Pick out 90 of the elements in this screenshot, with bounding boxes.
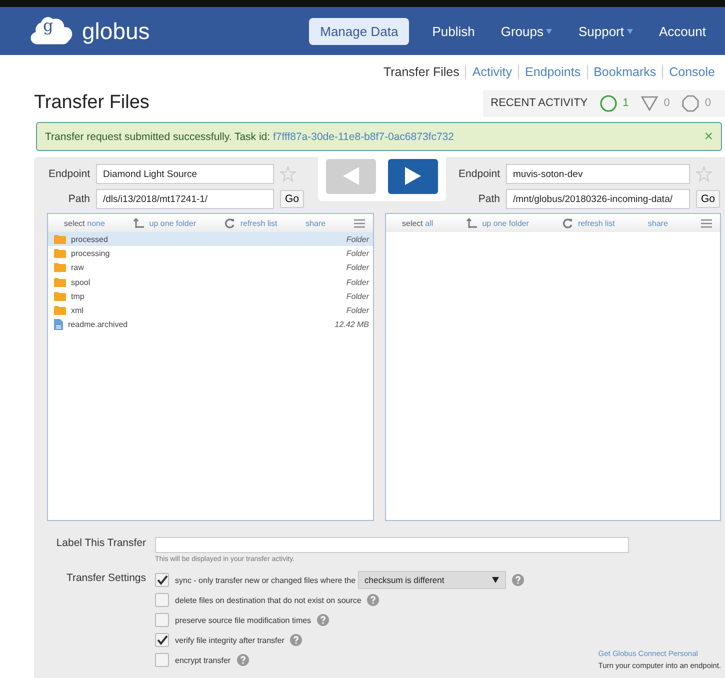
path-field[interactable]: /mnt/globus/20180326-incoming-data/ xyxy=(506,189,690,209)
file-info: Folder xyxy=(346,234,369,244)
subnav-link[interactable]: Activity xyxy=(472,65,512,79)
checkbox[interactable] xyxy=(155,633,169,647)
folder-icon xyxy=(54,234,66,244)
star-icon[interactable] xyxy=(696,166,712,182)
file-name: spool xyxy=(71,278,92,287)
left-arrow-icon xyxy=(343,167,359,185)
page-title: Transfer Files xyxy=(34,92,150,114)
nav-item[interactable]: Support xyxy=(567,18,644,44)
document-icon xyxy=(54,319,63,330)
option-text: delete files on destination that do not exist on source xyxy=(175,596,362,604)
octagon-icon xyxy=(682,94,699,112)
file-name: raw xyxy=(71,263,85,272)
file-row[interactable]: processed Folder xyxy=(48,232,373,246)
file-row[interactable]: xml Folder xyxy=(48,303,373,318)
menu-icon[interactable] xyxy=(700,218,712,228)
help-icon[interactable] xyxy=(290,634,302,646)
help-icon[interactable] xyxy=(317,614,330,626)
endpoint-label: Endpoint xyxy=(48,168,90,180)
checkbox[interactable] xyxy=(155,613,169,627)
help-icon[interactable] xyxy=(512,574,524,586)
caret-icon xyxy=(546,28,552,34)
up-folder-icon xyxy=(466,218,478,228)
subnav-link[interactable]: Console xyxy=(669,65,715,79)
recent-activity-label: RECENT ACTIVITY xyxy=(490,97,588,109)
right-arrow-icon xyxy=(405,167,421,185)
subnav-link[interactable]: Endpoints xyxy=(524,65,581,79)
caret-icon xyxy=(627,28,634,34)
file-info: 12.42 MB xyxy=(334,320,369,330)
up-folder-icon xyxy=(133,218,144,228)
path-label: Path xyxy=(477,193,500,205)
file-name: xml xyxy=(71,306,84,316)
go-button[interactable]: Go xyxy=(280,190,304,208)
nav-item[interactable]: Manage Data xyxy=(309,18,410,44)
file-info: Folder xyxy=(346,306,369,316)
file-info: Folder xyxy=(346,278,369,287)
file-row[interactable]: spool Folder xyxy=(48,274,373,290)
path-field[interactable]: /dls/i13/2018/mt17241-1/ xyxy=(96,189,274,209)
refresh-icon xyxy=(224,218,236,228)
path-label: Path xyxy=(67,193,90,205)
brand-name: globus xyxy=(82,18,150,44)
subnav-link[interactable]: Bookmarks xyxy=(594,65,656,79)
file-row[interactable]: tmp Folder xyxy=(48,289,373,304)
transfer-settings-label: Transfer Settings xyxy=(65,572,147,586)
file-row[interactable]: processing Folder xyxy=(48,246,373,261)
file-name: tmp xyxy=(71,292,86,301)
menu-icon[interactable] xyxy=(354,218,365,228)
star-icon[interactable] xyxy=(280,166,296,182)
folder-icon xyxy=(54,248,66,258)
refresh-icon xyxy=(562,218,573,228)
nav-item[interactable]: Publish xyxy=(421,18,486,44)
endpoint-field[interactable]: Diamond Light Source xyxy=(96,164,274,184)
file-info: Folder xyxy=(346,263,369,272)
checkbox[interactable] xyxy=(155,573,169,587)
file-name: readme.archived xyxy=(68,320,129,330)
file-info: Folder xyxy=(346,248,369,258)
file-name: processed xyxy=(71,234,109,244)
option-text: encrypt transfer xyxy=(175,656,231,664)
dropdown-caret-icon xyxy=(492,577,499,583)
option-text: verify file integrity after transfer xyxy=(175,636,284,644)
label-field[interactable] xyxy=(155,537,629,553)
file-row[interactable]: raw Folder xyxy=(48,260,373,275)
file-name: processing xyxy=(71,248,111,258)
file-info: Folder xyxy=(346,292,369,301)
circle-icon xyxy=(600,94,617,112)
go-button[interactable]: Go xyxy=(696,190,720,208)
nav-item[interactable]: Account xyxy=(648,18,717,44)
folder-icon xyxy=(54,306,66,316)
nav-item[interactable]: Groups xyxy=(490,18,564,44)
endpoint-field[interactable]: muvis-soton-dev xyxy=(506,164,690,184)
folder-icon xyxy=(54,292,66,301)
folder-icon xyxy=(54,278,66,287)
checkbox[interactable] xyxy=(155,593,169,607)
select-toggle[interactable]: select all xyxy=(402,218,434,228)
checkbox[interactable] xyxy=(155,653,169,667)
triangle-icon xyxy=(640,96,658,110)
checksum-dropdown[interactable]: checksum is different xyxy=(358,571,506,589)
file-row[interactable]: readme.archived 12.42 MB xyxy=(48,318,373,332)
subnav-link[interactable]: Transfer Files xyxy=(383,65,460,79)
help-icon[interactable] xyxy=(367,594,380,606)
folder-icon xyxy=(54,263,66,272)
option-text: preserve source file modification times xyxy=(175,616,312,624)
alert-message: Transfer request submitted successfully. Task id: f7fff87a-30de-11e8-b8f7-0ac6873fc732 xyxy=(45,130,454,142)
select-toggle[interactable]: select none xyxy=(64,218,105,228)
help-icon[interactable] xyxy=(236,654,249,666)
option-text: sync - only transfer new or changed files where the xyxy=(175,576,356,584)
endpoint-label: Endpoint xyxy=(458,168,500,180)
label-transfer-label: Label This Transfer xyxy=(55,537,147,551)
transfer-button[interactable] xyxy=(388,158,438,194)
